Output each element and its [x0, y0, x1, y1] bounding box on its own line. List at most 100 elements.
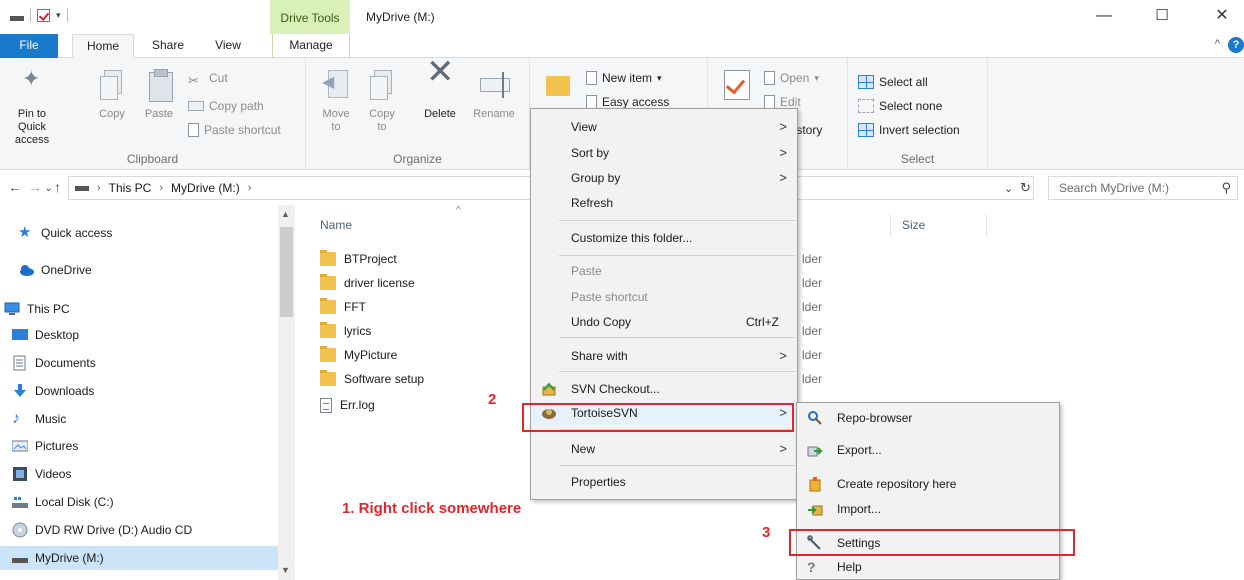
file-type-cell: lder — [802, 252, 823, 266]
pin-icon — [16, 68, 48, 102]
new-item-button[interactable]: New item ▾ — [586, 68, 662, 88]
export-icon — [807, 442, 823, 458]
sidebar-item-pictures[interactable]: Pictures — [0, 434, 278, 458]
pc-icon — [4, 301, 20, 317]
annotation-step-1: 1. Right click somewhere — [342, 500, 522, 517]
music-icon: ♪ — [12, 410, 20, 427]
list-item[interactable]: Software setup — [320, 367, 424, 391]
menu-item-view[interactable]: View > — [531, 115, 797, 139]
menu-item-group-by[interactable]: Group by > — [531, 166, 797, 190]
back-button[interactable]: ← — [8, 179, 22, 195]
menu-item-share-with[interactable]: Share with > — [531, 344, 797, 368]
sidebar-item-dvd[interactable]: DVD RW Drive (D:) Audio CD — [0, 518, 278, 542]
sidebar-item-downloads[interactable]: Downloads — [0, 379, 278, 403]
organize-group-label: Organize — [393, 152, 442, 166]
nav-scrollbar[interactable]: ▲ ▼ — [278, 205, 295, 580]
open-button[interactable]: Open ▾ — [764, 68, 819, 88]
open-icon — [764, 71, 775, 85]
sidebar-item-quick-access[interactable]: ★ Quick access — [0, 221, 278, 245]
properties-check-icon[interactable] — [37, 8, 50, 22]
help-icon[interactable]: ? — [1228, 37, 1244, 53]
sidebar-item-mydrive[interactable]: MyDrive (M:) — [0, 546, 278, 570]
menu-item-svn-checkout[interactable]: SVN Checkout... — [531, 377, 797, 401]
breadcrumb-this-pc[interactable]: This PC — [109, 181, 152, 195]
select-all-button[interactable]: Select all — [858, 72, 928, 92]
properties-ribbon-button[interactable] — [718, 68, 754, 108]
drive-icon — [75, 185, 89, 191]
menu-item-sort-by[interactable]: Sort by > — [531, 141, 797, 165]
list-item[interactable]: BTProject — [320, 247, 397, 271]
customize-toolbar-arrow-icon[interactable]: ▾ — [56, 10, 61, 21]
sidebar-item-documents[interactable]: Documents — [0, 351, 278, 375]
pin-to-quick-access-button[interactable]: Pin to Quick access — [4, 68, 60, 147]
window-title: MyDrive (M:) — [366, 10, 435, 24]
select-none-button[interactable]: Select none — [858, 96, 942, 116]
address-dropdown-icon[interactable]: ⌄ — [1004, 182, 1013, 195]
menu-item-properties[interactable]: Properties — [531, 470, 797, 494]
maximize-button[interactable]: ☐ — [1142, 4, 1182, 28]
list-item[interactable]: driver license — [320, 271, 415, 295]
paste-shortcut-button[interactable]: Paste shortcut — [188, 120, 281, 140]
copy-path-button[interactable]: Copy path — [188, 96, 264, 116]
collapse-ribbon-icon[interactable]: ^ — [1215, 38, 1220, 50]
menu-item-help[interactable]: ? Help — [797, 555, 1059, 579]
list-item[interactable]: lyrics — [320, 319, 371, 343]
select-group-label: Select — [900, 152, 935, 166]
menu-item-export[interactable]: Export... — [797, 438, 1059, 462]
breadcrumb-mydrive[interactable]: MyDrive (M:) — [171, 181, 240, 195]
up-button[interactable]: ↑ — [54, 179, 61, 195]
sidebar-item-music[interactable]: ♪ Music — [0, 407, 278, 431]
tab-manage[interactable]: Manage — [272, 34, 350, 58]
menu-item-paste-shortcut[interactable]: Paste shortcut — [531, 285, 797, 309]
tab-view[interactable]: View — [200, 34, 256, 58]
column-header-name[interactable]: Name — [320, 210, 352, 240]
downloads-icon — [12, 383, 28, 399]
column-header-size[interactable]: Size — [902, 210, 925, 240]
invert-selection-button[interactable]: Invert selection — [858, 120, 960, 140]
menu-item-paste[interactable]: Paste — [531, 259, 797, 283]
paste-button[interactable]: Paste — [140, 68, 178, 121]
sidebar-item-onedrive[interactable]: OneDrive — [0, 258, 278, 282]
tab-file[interactable]: File — [0, 34, 58, 58]
list-item[interactable]: Err.log — [320, 393, 375, 417]
menu-item-create-repository[interactable]: Create repository here — [797, 472, 1059, 496]
search-input[interactable]: Search MyDrive (M:) ⚲ — [1048, 176, 1238, 200]
refresh-icon[interactable]: ↻ — [1020, 180, 1031, 196]
menu-item-new[interactable]: New > — [531, 437, 797, 461]
highlight-settings — [789, 529, 1075, 556]
menu-item-undo-copy[interactable]: Undo Copy Ctrl+Z — [531, 310, 797, 334]
cut-button[interactable]: ✂ Cut — [188, 68, 228, 88]
sidebar-item-local-disk[interactable]: Local Disk (C:) — [0, 490, 278, 514]
tab-share[interactable]: Share — [140, 34, 196, 58]
menu-item-repo-browser[interactable]: Repo-browser — [797, 406, 1059, 430]
minimize-button[interactable]: — — [1084, 4, 1124, 28]
scroll-down-icon[interactable]: ▼ — [281, 565, 290, 575]
copy-button[interactable]: Copy — [94, 68, 130, 121]
delete-button[interactable]: Delete — [418, 66, 462, 121]
scroll-up-icon[interactable]: ▲ — [281, 209, 290, 219]
chevron-right-icon: > — [779, 170, 787, 185]
rename-icon — [478, 68, 510, 102]
scroll-thumb[interactable] — [280, 227, 293, 317]
sort-indicator-icon: ^ — [456, 205, 461, 216]
file-type-cell: lder — [802, 324, 823, 338]
search-placeholder: Search MyDrive (M:) — [1059, 181, 1170, 195]
new-folder-button[interactable] — [540, 68, 576, 108]
sidebar-item-this-pc[interactable]: This PC — [0, 297, 278, 321]
menu-item-import[interactable]: Import... — [797, 497, 1059, 521]
easy-access-icon — [586, 95, 597, 109]
forward-button[interactable]: → — [28, 179, 42, 195]
drive-icon[interactable] — [10, 15, 24, 21]
move-to-button[interactable]: Move to — [318, 68, 354, 134]
copy-to-button[interactable]: Copy to — [364, 68, 400, 134]
sidebar-item-desktop[interactable]: Desktop — [0, 323, 278, 347]
menu-item-customize-folder[interactable]: Customize this folder... — [531, 226, 797, 250]
recent-locations-button[interactable]: ⌄ — [44, 181, 53, 194]
sidebar-item-videos[interactable]: Videos — [0, 462, 278, 486]
list-item[interactable]: MyPicture — [320, 343, 397, 367]
tab-home[interactable]: Home — [72, 34, 134, 59]
list-item[interactable]: FFT — [320, 295, 366, 319]
rename-button[interactable]: Rename — [470, 68, 518, 121]
menu-item-refresh[interactable]: Refresh — [531, 191, 797, 215]
close-button[interactable]: ✕ — [1202, 4, 1242, 28]
